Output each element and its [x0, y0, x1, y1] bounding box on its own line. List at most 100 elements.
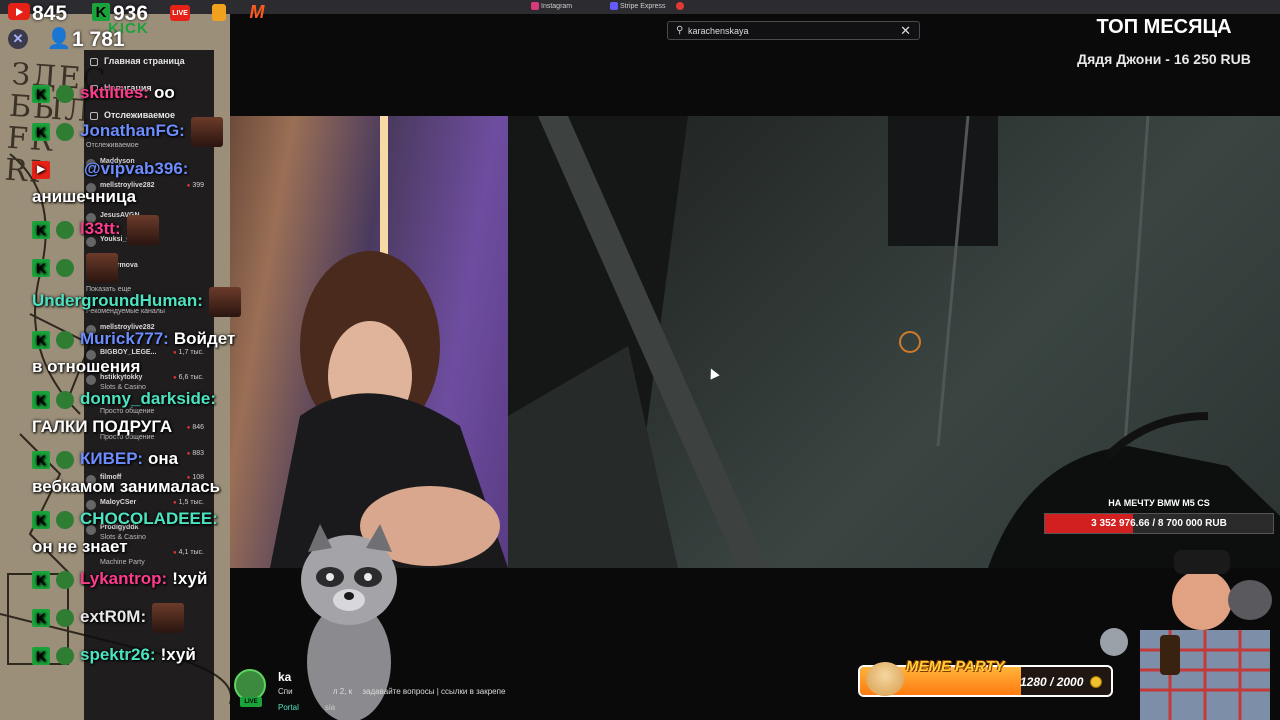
chat-username[interactable]: CHOCOLADEEE:	[80, 509, 218, 528]
top-month-title: ТОП МЕСЯЦА	[1096, 16, 1232, 38]
chat-message-text: !хуй	[172, 569, 208, 588]
chat-message: Ksktilties: oo	[32, 78, 262, 108]
stream-title-part: л 2, к	[332, 687, 353, 696]
chat-username[interactable]: @vipvab396:	[84, 159, 188, 178]
subscriber-badge-icon	[56, 510, 74, 529]
chat-message-text: oo	[153, 83, 175, 102]
chat-message: анишечница	[32, 182, 262, 212]
small-avatar	[1100, 628, 1128, 656]
user-icon: 👤	[46, 27, 72, 50]
chat-message: ГАЛКИ ПОДРУГА	[32, 412, 262, 442]
chat-message: UndergroundHuman:	[32, 286, 262, 317]
bookmark-icon	[676, 2, 684, 11]
subscriber-badge-icon	[56, 330, 74, 349]
chat-message-text: анишечница	[32, 187, 137, 206]
chat-username[interactable]: Murick777:	[80, 329, 169, 348]
bookmark-more[interactable]	[676, 0, 686, 14]
kick-badge-icon: K	[32, 84, 50, 103]
search-bar[interactable]: ⚲ karachenskaya ✕	[667, 21, 920, 40]
kick-badge-icon: K	[32, 220, 50, 239]
chat-message: в отношения	[32, 352, 262, 382]
subscriber-badge-icon	[56, 570, 74, 589]
kick-badge-icon: K	[32, 390, 50, 409]
instagram-icon	[531, 2, 539, 11]
subscriber-badge-icon	[56, 84, 74, 103]
stream-title-part: задавайте вопросы | ссылки в закрепе	[362, 687, 506, 696]
chat-username[interactable]: UndergroundHuman:	[32, 291, 203, 310]
chat-emote	[86, 252, 118, 283]
chat-emote	[190, 116, 223, 147]
browser-bookmark-bar: Instagram Stripe Express	[0, 0, 1280, 14]
stream-category-label: Portal	[278, 703, 299, 712]
chat-username[interactable]: КИВЕР:	[80, 449, 143, 468]
chat-message: Kl33tt:	[32, 214, 262, 245]
stream-category-suffix: sia	[324, 703, 336, 712]
streamer-photo	[1140, 550, 1272, 720]
bookmark-stripe-express[interactable]: Stripe Express	[610, 0, 666, 14]
chat-emote	[152, 602, 185, 633]
donation-icon	[212, 4, 226, 21]
kick-badge-icon: K	[32, 258, 50, 277]
chat-message: KextR0M:	[32, 602, 262, 633]
live-badge-icon: LIVE	[170, 5, 190, 21]
kick-badge-icon: K	[32, 570, 50, 589]
top-month-donor: Дядя Джони - 16 250 RUB	[1077, 51, 1251, 67]
stream-category[interactable]: Portal sia	[278, 703, 335, 712]
chat-message-text: ГАЛКИ ПОДРУГА	[32, 417, 173, 436]
youtube-icon	[8, 3, 30, 20]
chat-message: K CHOCOLADEEE:	[32, 504, 262, 534]
chat-message: K Murick777: Войдет	[32, 324, 262, 354]
kick-badge-icon: K	[32, 122, 50, 141]
chat-username[interactable]: spektr26:	[80, 645, 156, 664]
twitch-viewer-count: 1 781	[72, 28, 125, 51]
webcam-feed	[230, 116, 508, 568]
search-input[interactable]: karachenskaya	[688, 26, 749, 36]
channel-name[interactable]: ka	[278, 670, 291, 684]
youtube-badge-icon: ▶	[32, 160, 50, 179]
bookmark-instagram[interactable]: Instagram	[531, 0, 572, 14]
meme-party-count: 1280 / 2000	[1020, 675, 1084, 689]
chat-message-text: она	[148, 449, 179, 468]
kick-icon: K	[92, 3, 110, 21]
goal-title: НА МЕЧТУ BMW M5 CS	[1108, 498, 1210, 508]
kick-badge-icon: K	[32, 330, 50, 349]
chat-emote	[126, 214, 159, 245]
youtube-viewer-count: 845	[32, 2, 68, 25]
kick-badge-icon: K	[32, 646, 50, 665]
chat-username[interactable]: sktilties:	[80, 83, 149, 102]
m-logo-icon: M	[249, 1, 265, 22]
chat-message-text: Войдет	[173, 329, 236, 348]
subscriber-badge-icon	[56, 258, 74, 277]
chat-username[interactable]: JonathanFG:	[80, 121, 185, 140]
chat-message: K	[32, 252, 262, 283]
chat-message: K Lykantrop: !хуй	[32, 564, 262, 594]
subscriber-badge-icon	[56, 450, 74, 469]
chat-username[interactable]: l33tt:	[80, 219, 121, 238]
close-icon[interactable]: ✕	[900, 23, 911, 39]
coin-icon	[1090, 676, 1102, 688]
chat-message-text: он не знает	[32, 537, 128, 556]
chat-message: K КИВЕР: она	[32, 444, 262, 474]
chat-message: вебкамом занималась	[32, 472, 262, 502]
chat-message: K JonathanFG:	[32, 116, 262, 147]
chat-emote	[208, 286, 241, 317]
subscriber-badge-icon	[56, 390, 74, 409]
chat-message-text: !хуй	[160, 645, 196, 664]
meme-party-title: MEME PARTY	[906, 658, 1005, 675]
chat-message: ▶ @vipvab396:	[32, 154, 262, 184]
chat-username[interactable]: donny_darkside:	[80, 389, 216, 408]
kick-badge-icon: K	[32, 450, 50, 469]
chat-username[interactable]: Lykantrop:	[80, 569, 167, 588]
home-icon	[90, 57, 98, 66]
subscriber-badge-icon	[56, 220, 74, 239]
chat-message: Kdonny_darkside:	[32, 384, 262, 414]
stream-title-part: Спи	[278, 687, 293, 696]
chat-username[interactable]: extR0M:	[80, 607, 146, 626]
search-icon: ⚲	[676, 25, 684, 36]
doge-icon	[866, 662, 904, 696]
nav-home[interactable]: Главная страница	[90, 56, 185, 66]
goal-progress-bar: 3 352 976.66 / 8 700 000 RUB	[1044, 513, 1274, 534]
chat-message-text: вебкамом занималась	[32, 477, 221, 496]
subscriber-badge-icon	[56, 646, 74, 665]
kick-badge-icon: K	[32, 608, 50, 627]
